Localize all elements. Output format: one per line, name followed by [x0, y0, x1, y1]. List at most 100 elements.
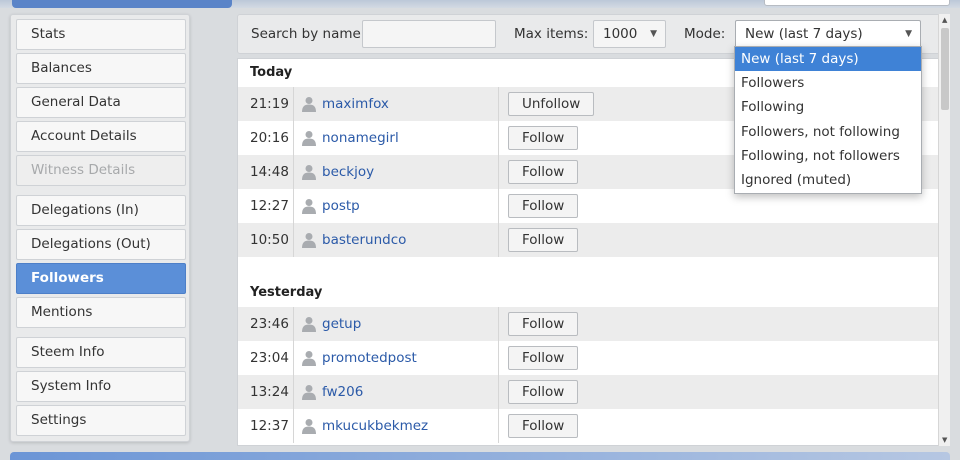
max-items-select[interactable]: 1000 ▼ [593, 20, 666, 48]
user-icon [302, 385, 316, 400]
sidebar-item-system-info[interactable]: System Info [16, 371, 186, 402]
column-divider [498, 155, 499, 189]
mode-label: Mode: [684, 26, 726, 42]
top-header-bar [0, 0, 960, 8]
username-link[interactable]: promotedpost [322, 350, 417, 366]
scroll-up-icon[interactable]: ▲ [942, 16, 947, 24]
follow-button[interactable]: Follow [508, 228, 579, 252]
username-link[interactable]: beckjoy [322, 164, 374, 180]
scroll-down-icon[interactable]: ▼ [942, 436, 947, 444]
search-input[interactable] [362, 20, 496, 48]
sidebar: Stats Balances General Data Account Deta… [10, 14, 190, 442]
column-divider [293, 375, 294, 409]
mode-option-followers-not-following[interactable]: Followers, not following [735, 120, 921, 144]
sidebar-item-label: Balances [31, 60, 92, 76]
header-title-area [12, 0, 232, 8]
max-items-label: Max items: [514, 26, 589, 42]
follow-button[interactable]: Follow [508, 414, 579, 438]
column-divider [498, 375, 499, 409]
mode-option-ignored[interactable]: Ignored (muted) [735, 168, 921, 192]
sidebar-item-followers[interactable]: Followers [16, 263, 186, 294]
sidebar-item-general-data[interactable]: General Data [16, 87, 186, 118]
sidebar-item-account-details[interactable]: Account Details [16, 121, 186, 152]
sidebar-item-label: Delegations (Out) [31, 236, 151, 252]
sidebar-item-delegations-in[interactable]: Delegations (In) [16, 195, 186, 226]
table-row: 12:37 mkucukbekmez Follow [238, 409, 941, 443]
sidebar-item-label: General Data [31, 94, 121, 110]
mode-dropdown-menu: New (last 7 days) Followers Following Fo… [734, 46, 922, 194]
mode-value: New (last 7 days) [745, 26, 863, 42]
group-title-yesterday: Yesterday [250, 285, 323, 300]
follow-time: 23:46 [250, 316, 289, 332]
group-title-today: Today [250, 65, 293, 80]
mode-option-following[interactable]: Following [735, 95, 921, 119]
column-divider [293, 341, 294, 375]
column-divider [293, 307, 294, 341]
sidebar-item-label: Steem Info [31, 344, 105, 360]
table-row: 10:50 basterundco Follow [238, 223, 941, 257]
column-divider [293, 409, 294, 443]
unfollow-button[interactable]: Unfollow [508, 92, 595, 116]
table-row: 23:46 getup Follow [238, 307, 941, 341]
follow-time: 14:48 [250, 164, 289, 180]
sidebar-item-label: Followers [31, 270, 104, 286]
follow-time: 20:16 [250, 130, 289, 146]
table-row: 13:24 fw206 Follow [238, 375, 941, 409]
scrollbar-thumb[interactable] [941, 28, 949, 110]
column-divider [293, 223, 294, 257]
follow-button[interactable]: Follow [508, 160, 579, 184]
follow-button[interactable]: Follow [508, 380, 579, 404]
user-icon [302, 165, 316, 180]
column-divider [498, 189, 499, 223]
follow-button[interactable]: Follow [508, 312, 579, 336]
sidebar-item-steem-info[interactable]: Steem Info [16, 337, 186, 368]
username-link[interactable]: postp [322, 198, 360, 214]
sidebar-item-label: System Info [31, 378, 112, 394]
bottom-panel-header [10, 452, 950, 460]
vertical-scrollbar[interactable]: ▲ ▼ [938, 14, 950, 446]
mode-option-following-not-followers[interactable]: Following, not followers [735, 144, 921, 168]
user-icon [302, 351, 316, 366]
user-icon [302, 199, 316, 214]
username-link[interactable]: getup [322, 316, 361, 332]
mode-option-followers[interactable]: Followers [735, 71, 921, 95]
username-link[interactable]: basterundco [322, 232, 406, 248]
column-divider [498, 307, 499, 341]
sidebar-item-mentions[interactable]: Mentions [16, 297, 186, 328]
column-divider [498, 341, 499, 375]
sidebar-item-delegations-out[interactable]: Delegations (Out) [16, 229, 186, 260]
user-icon [302, 97, 316, 112]
follow-button[interactable]: Follow [508, 194, 579, 218]
max-items-value: 1000 [603, 26, 638, 42]
header-field[interactable] [764, 0, 950, 6]
column-divider [498, 223, 499, 257]
user-icon [302, 131, 316, 146]
column-divider [498, 121, 499, 155]
sidebar-item-label: Witness Details [31, 162, 136, 178]
follow-time: 10:50 [250, 232, 289, 248]
follow-button[interactable]: Follow [508, 346, 579, 370]
column-divider [498, 87, 499, 121]
username-link[interactable]: maximfox [322, 96, 389, 112]
chevron-down-icon: ▼ [650, 29, 657, 39]
sidebar-item-balances[interactable]: Balances [16, 53, 186, 84]
sidebar-item-label: Mentions [31, 304, 93, 320]
follow-button[interactable]: Follow [508, 126, 579, 150]
user-icon [302, 419, 316, 434]
follow-time: 21:19 [250, 96, 289, 112]
column-divider [293, 189, 294, 223]
sidebar-item-settings[interactable]: Settings [16, 405, 186, 436]
user-icon [302, 233, 316, 248]
mode-select[interactable]: New (last 7 days) ▼ [735, 20, 921, 48]
username-link[interactable]: fw206 [322, 384, 363, 400]
username-link[interactable]: mkucukbekmez [322, 418, 428, 434]
follow-time: 12:37 [250, 418, 289, 434]
column-divider [498, 409, 499, 443]
username-link[interactable]: nonamegirl [322, 130, 399, 146]
sidebar-item-stats[interactable]: Stats [16, 19, 186, 50]
mode-option-new[interactable]: New (last 7 days) [735, 47, 921, 72]
user-icon [302, 317, 316, 332]
sidebar-item-label: Stats [31, 26, 66, 42]
column-divider [293, 121, 294, 155]
sidebar-item-label: Account Details [31, 128, 137, 144]
